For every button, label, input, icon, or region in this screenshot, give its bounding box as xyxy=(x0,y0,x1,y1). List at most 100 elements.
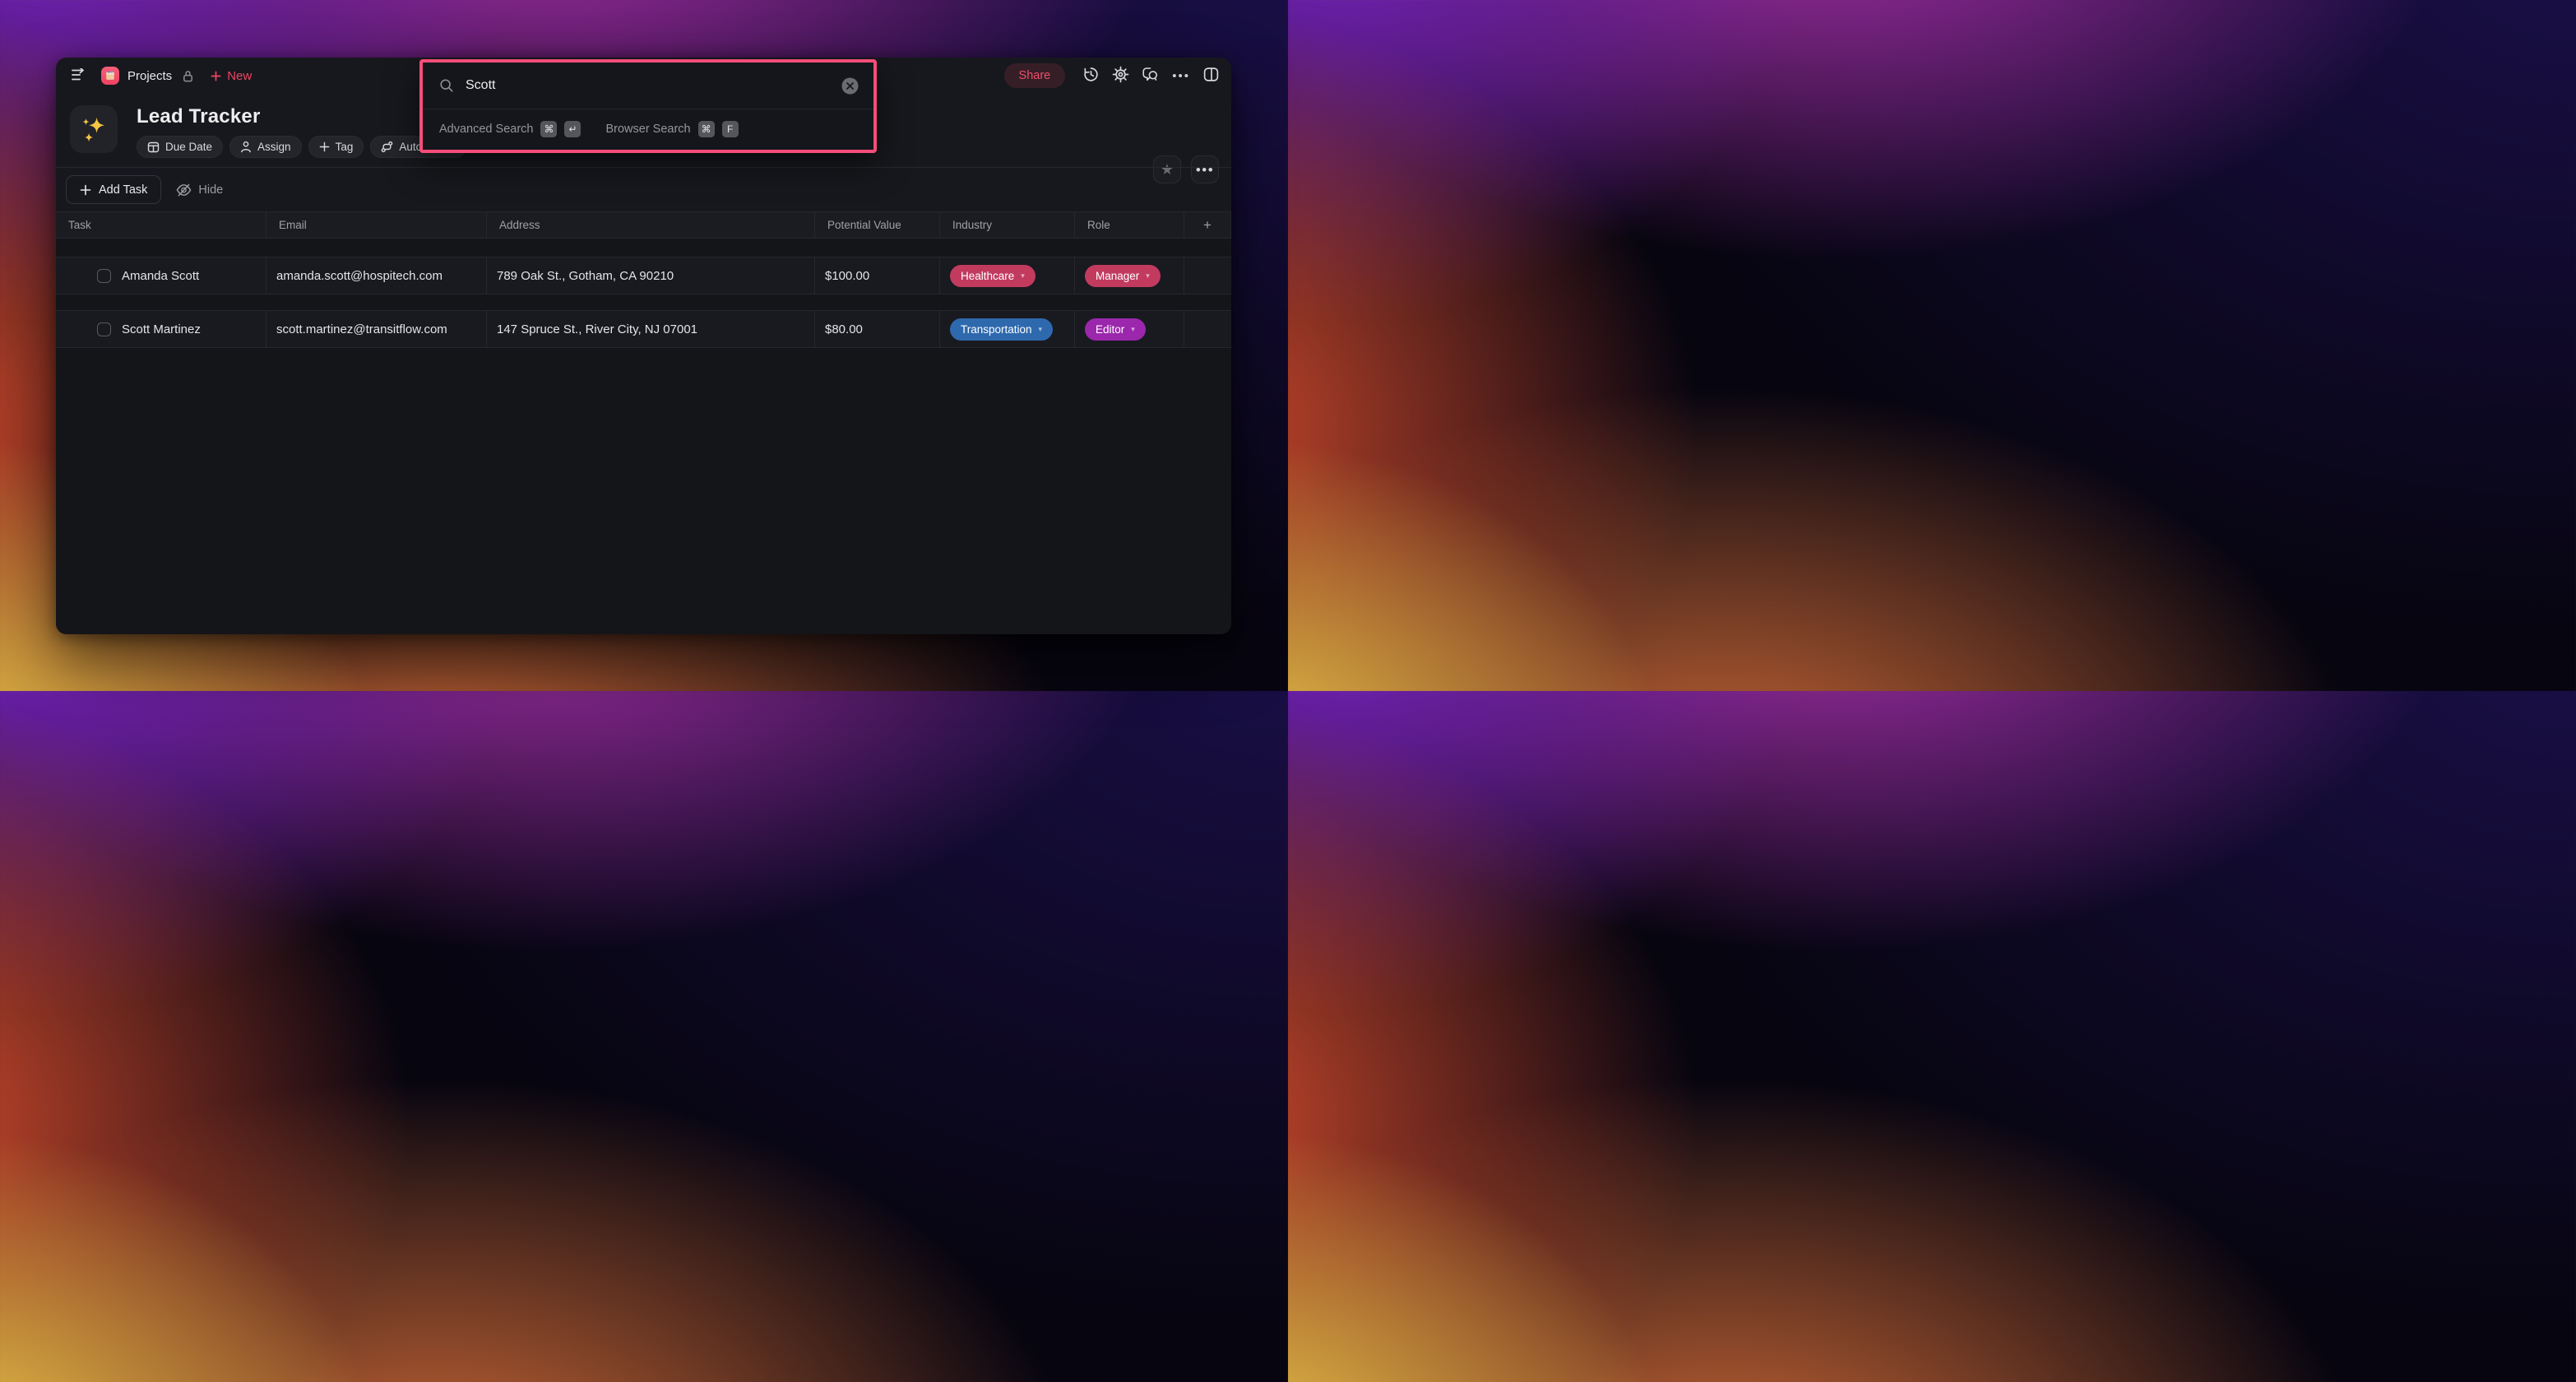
tag-label: Tag xyxy=(335,141,354,153)
add-task-label: Add Task xyxy=(99,183,148,197)
page-toolbar-chips: Due Date Assign Tag xyxy=(137,136,466,158)
page-emoji-icon[interactable] xyxy=(70,105,118,153)
close-circle-icon xyxy=(841,77,859,95)
column-header-task[interactable]: Task xyxy=(56,212,266,238)
chevron-down-icon: ▾ xyxy=(1131,324,1135,333)
panel-toggle-button[interactable] xyxy=(1202,66,1220,86)
new-label: New xyxy=(227,68,253,83)
plus-icon xyxy=(211,71,221,81)
empty-cell xyxy=(1184,311,1231,347)
row-checkbox[interactable] xyxy=(97,322,111,336)
table-header-row: Task Email Address Potential Value Indus… xyxy=(56,211,1231,239)
chevron-down-icon: ▾ xyxy=(1146,271,1150,280)
task-name: Amanda Scott xyxy=(122,268,200,283)
ellipsis-icon: ••• xyxy=(1172,68,1190,83)
chevron-down-icon: ▾ xyxy=(1021,271,1025,280)
command-key-icon: ⌘ xyxy=(540,121,558,137)
assign-chip[interactable]: Assign xyxy=(229,136,302,158)
workspace-switcher[interactable] xyxy=(98,67,119,85)
search-overlay: Advanced Search ⌘ ↵ Browser Search ⌘ F xyxy=(419,59,877,153)
chevron-down-icon: ▾ xyxy=(1038,324,1043,333)
industry-badge-label: Transportation xyxy=(961,322,1032,336)
advanced-search-label: Advanced Search xyxy=(439,123,534,136)
plus-icon xyxy=(80,184,91,196)
role-badge-label: Manager xyxy=(1096,269,1140,282)
table-row: Amanda Scott amanda.scott@hospitech.com … xyxy=(56,257,1231,294)
share-button[interactable]: Share xyxy=(1003,63,1066,88)
role-badge[interactable]: Editor ▾ xyxy=(1085,318,1146,341)
due-date-chip[interactable]: Due Date xyxy=(137,136,224,158)
add-column-button[interactable]: + xyxy=(1184,212,1231,238)
automation-flow-icon xyxy=(381,141,393,153)
empty-cell xyxy=(1184,257,1231,294)
hide-button[interactable]: Hide xyxy=(176,183,223,197)
column-header-email[interactable]: Email xyxy=(266,212,487,238)
task-cell[interactable]: Amanda Scott xyxy=(56,257,266,294)
browser-search-label: Browser Search xyxy=(605,123,691,136)
projects-folder-icon xyxy=(101,67,119,85)
industry-cell[interactable]: Transportation ▾ xyxy=(940,311,1075,347)
person-icon xyxy=(240,141,252,153)
new-item-button[interactable]: New xyxy=(211,69,252,83)
industry-badge[interactable]: Healthcare ▾ xyxy=(950,264,1035,287)
address-cell[interactable]: 147 Spruce St., River City, NJ 07001 xyxy=(487,311,815,347)
command-key-icon: ⌘ xyxy=(697,121,715,137)
split-panel-icon xyxy=(1202,66,1220,86)
column-header-address[interactable]: Address xyxy=(487,212,815,238)
potential-value-cell[interactable]: $80.00 xyxy=(815,311,940,347)
search-options-row: Advanced Search ⌘ ↵ Browser Search ⌘ F xyxy=(423,109,873,149)
add-task-button[interactable]: Add Task xyxy=(66,175,162,204)
clear-search-button[interactable] xyxy=(841,77,859,95)
task-name: Scott Martinez xyxy=(122,322,201,336)
role-badge[interactable]: Manager ▾ xyxy=(1085,264,1161,287)
settings-button[interactable] xyxy=(1112,66,1129,86)
role-cell[interactable]: Manager ▾ xyxy=(1075,257,1184,294)
email-cell[interactable]: scott.martinez@transitflow.com xyxy=(266,311,487,347)
potential-value-cell[interactable]: $100.00 xyxy=(815,257,940,294)
table-actions-row: Add Task Hide xyxy=(56,168,1231,211)
gear-icon xyxy=(1112,66,1129,86)
table-empty-area xyxy=(56,348,1231,634)
calendar-icon xyxy=(147,141,160,153)
search-icon xyxy=(439,78,454,93)
sparkles-icon xyxy=(78,114,109,145)
browser-search-option[interactable]: Browser Search ⌘ F xyxy=(605,121,739,137)
column-header-role[interactable]: Role xyxy=(1075,212,1184,238)
leads-table: Task Email Address Potential Value Indus… xyxy=(56,211,1231,634)
lock-icon[interactable] xyxy=(182,69,194,83)
row-checkbox[interactable] xyxy=(97,268,111,283)
advanced-search-option[interactable]: Advanced Search ⌘ ↵ xyxy=(439,121,581,137)
return-key-icon: ↵ xyxy=(564,121,581,137)
industry-badge[interactable]: Transportation ▾ xyxy=(950,318,1054,341)
workspace-name: Projects xyxy=(127,68,173,83)
tag-chip[interactable]: Tag xyxy=(308,136,364,158)
f-key-icon: F xyxy=(721,121,739,137)
role-badge-label: Editor xyxy=(1096,322,1125,336)
task-cell[interactable]: Scott Martinez xyxy=(56,311,266,347)
topbar-right: Share ••• xyxy=(1003,58,1220,94)
email-cell[interactable]: amanda.scott@hospitech.com xyxy=(266,257,487,294)
page-title[interactable]: Lead Tracker xyxy=(137,105,261,128)
column-header-industry[interactable]: Industry xyxy=(940,212,1075,238)
sidebar-toggle-button[interactable] xyxy=(71,67,88,84)
role-cell[interactable]: Editor ▾ xyxy=(1075,311,1184,347)
topbar-left: Projects New xyxy=(71,58,252,94)
hide-label: Hide xyxy=(198,183,224,197)
search-input[interactable] xyxy=(466,78,830,93)
comments-button[interactable] xyxy=(1142,66,1160,86)
plus-icon xyxy=(319,141,330,152)
history-icon xyxy=(1082,66,1100,86)
column-header-potential-value[interactable]: Potential Value xyxy=(815,212,940,238)
eye-off-icon xyxy=(176,183,192,197)
assign-label: Assign xyxy=(257,141,291,153)
chat-bubbles-icon xyxy=(1142,66,1160,86)
table-spacer xyxy=(56,239,1231,257)
address-cell[interactable]: 789 Oak St., Gotham, CA 90210 xyxy=(487,257,815,294)
table-row: Scott Martinez scott.martinez@transitflo… xyxy=(56,310,1231,348)
search-input-row xyxy=(423,63,873,109)
industry-cell[interactable]: Healthcare ▾ xyxy=(940,257,1075,294)
due-date-label: Due Date xyxy=(165,141,213,153)
history-button[interactable] xyxy=(1082,66,1100,86)
table-spacer xyxy=(56,294,1231,310)
more-options-button[interactable]: ••• xyxy=(1172,70,1190,82)
